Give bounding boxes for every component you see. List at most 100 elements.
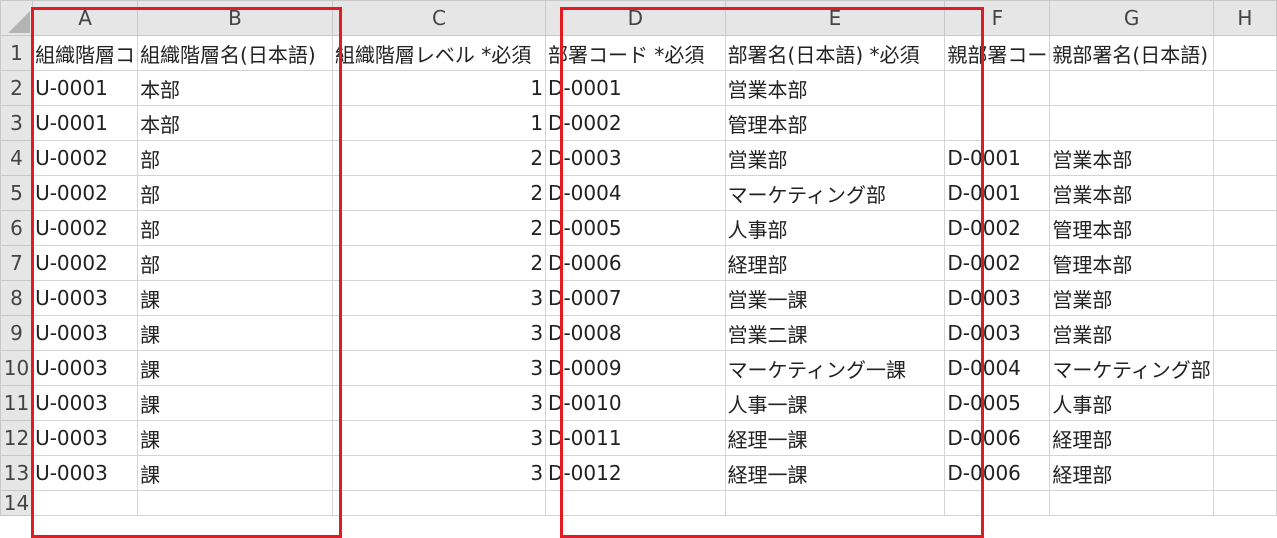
- row-header[interactable]: 5: [0, 175, 34, 211]
- cell-f8[interactable]: D-0003: [944, 280, 1051, 316]
- cell-c14[interactable]: [331, 490, 547, 516]
- cell-d12[interactable]: D-0011: [545, 420, 726, 456]
- cell-b3[interactable]: 本部: [137, 105, 333, 141]
- cell-g4[interactable]: 営業本部: [1049, 140, 1214, 176]
- cell-h10[interactable]: [1212, 350, 1277, 386]
- cell-a10[interactable]: U-0003: [32, 350, 139, 386]
- cell-a14[interactable]: [32, 490, 139, 516]
- cell-c12[interactable]: 3: [331, 420, 547, 456]
- cell-f13[interactable]: D-0006: [944, 455, 1051, 491]
- cell-g9[interactable]: 営業部: [1049, 315, 1214, 351]
- column-header-e[interactable]: E: [724, 0, 946, 36]
- cell-h8[interactable]: [1212, 280, 1277, 316]
- cell-g12[interactable]: 経理部: [1049, 420, 1214, 456]
- cell-b5[interactable]: 部: [137, 175, 333, 211]
- cell-h11[interactable]: [1212, 385, 1277, 421]
- cell-g3[interactable]: [1049, 105, 1214, 141]
- cell-a8[interactable]: U-0003: [32, 280, 139, 316]
- cell-f1[interactable]: 親部署コー: [944, 35, 1051, 71]
- cell-a1[interactable]: 組織階層コ: [32, 35, 139, 71]
- cell-b8[interactable]: 課: [137, 280, 333, 316]
- cell-h12[interactable]: [1212, 420, 1277, 456]
- cell-b9[interactable]: 課: [137, 315, 333, 351]
- cell-c7[interactable]: 2: [331, 245, 547, 281]
- cell-e1[interactable]: 部署名(日本語) *必須: [724, 35, 946, 71]
- cell-d1[interactable]: 部署コード *必須: [545, 35, 726, 71]
- cell-b4[interactable]: 部: [137, 140, 333, 176]
- cell-b7[interactable]: 部: [137, 245, 333, 281]
- cell-h7[interactable]: [1212, 245, 1277, 281]
- cell-e7[interactable]: 経理部: [724, 245, 946, 281]
- cell-g8[interactable]: 営業部: [1049, 280, 1214, 316]
- row-header[interactable]: 3: [0, 105, 34, 141]
- cell-f4[interactable]: D-0001: [944, 140, 1051, 176]
- cell-g14[interactable]: [1049, 490, 1214, 516]
- cell-d13[interactable]: D-0012: [545, 455, 726, 491]
- cell-h9[interactable]: [1212, 315, 1277, 351]
- cell-h5[interactable]: [1212, 175, 1277, 211]
- row-header[interactable]: 2: [0, 70, 34, 106]
- cell-e6[interactable]: 人事部: [724, 210, 946, 246]
- cell-d2[interactable]: D-0001: [545, 70, 726, 106]
- row-header[interactable]: 4: [0, 140, 34, 176]
- cell-g7[interactable]: 管理本部: [1049, 245, 1214, 281]
- cell-h4[interactable]: [1212, 140, 1277, 176]
- row-header[interactable]: 8: [0, 280, 34, 316]
- cell-h14[interactable]: [1212, 490, 1277, 516]
- cell-a11[interactable]: U-0003: [32, 385, 139, 421]
- cell-h3[interactable]: [1212, 105, 1277, 141]
- cell-d10[interactable]: D-0009: [545, 350, 726, 386]
- row-header[interactable]: 14: [0, 490, 34, 516]
- cell-c9[interactable]: 3: [331, 315, 547, 351]
- cell-g1[interactable]: 親部署名(日本語): [1049, 35, 1214, 71]
- row-header[interactable]: 7: [0, 245, 34, 281]
- row-header[interactable]: 9: [0, 315, 34, 351]
- cell-d6[interactable]: D-0005: [545, 210, 726, 246]
- row-header[interactable]: 6: [0, 210, 34, 246]
- cell-e14[interactable]: [724, 490, 946, 516]
- cell-f5[interactable]: D-0001: [944, 175, 1051, 211]
- cell-e3[interactable]: 管理本部: [724, 105, 946, 141]
- cell-d11[interactable]: D-0010: [545, 385, 726, 421]
- cell-e12[interactable]: 経理一課: [724, 420, 946, 456]
- cell-a13[interactable]: U-0003: [32, 455, 139, 491]
- cell-c6[interactable]: 2: [331, 210, 547, 246]
- cell-c8[interactable]: 3: [331, 280, 547, 316]
- cell-a12[interactable]: U-0003: [32, 420, 139, 456]
- cell-f9[interactable]: D-0003: [944, 315, 1051, 351]
- cell-f12[interactable]: D-0006: [944, 420, 1051, 456]
- cell-a7[interactable]: U-0002: [32, 245, 139, 281]
- cell-b2[interactable]: 本部: [137, 70, 333, 106]
- cell-g10[interactable]: マーケティング部: [1049, 350, 1214, 386]
- cell-b14[interactable]: [137, 490, 333, 516]
- cell-d8[interactable]: D-0007: [545, 280, 726, 316]
- cell-b12[interactable]: 課: [137, 420, 333, 456]
- cell-c1[interactable]: 組織階層レベル *必須: [331, 35, 547, 71]
- cell-h1[interactable]: [1212, 35, 1277, 71]
- cell-a6[interactable]: U-0002: [32, 210, 139, 246]
- cell-e5[interactable]: マーケティング部: [724, 175, 946, 211]
- cell-e9[interactable]: 営業二課: [724, 315, 946, 351]
- cell-c5[interactable]: 2: [331, 175, 547, 211]
- column-header-a[interactable]: A: [32, 0, 139, 36]
- cell-f11[interactable]: D-0005: [944, 385, 1051, 421]
- cell-d7[interactable]: D-0006: [545, 245, 726, 281]
- cell-g6[interactable]: 管理本部: [1049, 210, 1214, 246]
- cell-h6[interactable]: [1212, 210, 1277, 246]
- cell-e4[interactable]: 営業部: [724, 140, 946, 176]
- cell-d5[interactable]: D-0004: [545, 175, 726, 211]
- row-header[interactable]: 11: [0, 385, 34, 421]
- cell-c13[interactable]: 3: [331, 455, 547, 491]
- cell-a4[interactable]: U-0002: [32, 140, 139, 176]
- cell-h2[interactable]: [1212, 70, 1277, 106]
- cell-f3[interactable]: [944, 105, 1051, 141]
- cell-d14[interactable]: [545, 490, 726, 516]
- cell-a5[interactable]: U-0002: [32, 175, 139, 211]
- cell-b11[interactable]: 課: [137, 385, 333, 421]
- cell-e2[interactable]: 営業本部: [724, 70, 946, 106]
- column-header-c[interactable]: C: [331, 0, 547, 36]
- cell-b13[interactable]: 課: [137, 455, 333, 491]
- cell-a2[interactable]: U-0001: [32, 70, 139, 106]
- column-header-h[interactable]: H: [1212, 0, 1277, 36]
- cell-g11[interactable]: 人事部: [1049, 385, 1214, 421]
